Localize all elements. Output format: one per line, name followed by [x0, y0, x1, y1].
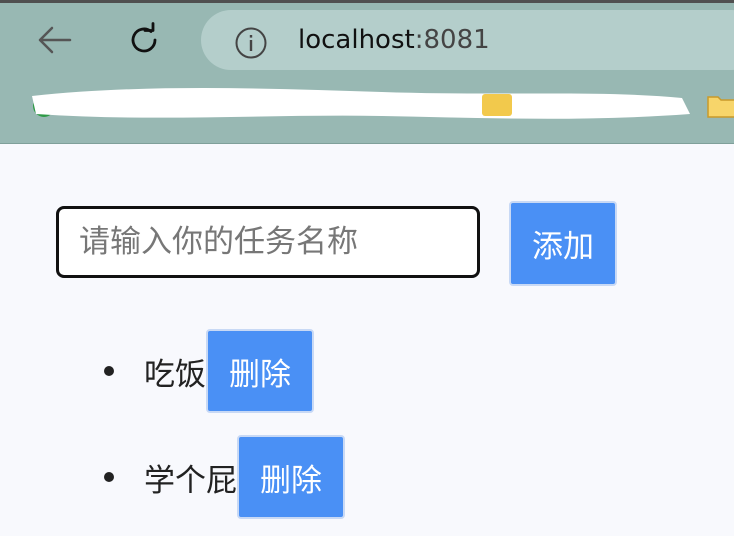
page-content: 添加 吃饭 删除 学个屁 删除 [0, 144, 734, 536]
redaction-scribble-icon [32, 88, 690, 119]
back-arrow-icon [38, 26, 72, 54]
browser-toolbar: localhost:8081 [0, 0, 734, 144]
bullet-icon [104, 472, 114, 482]
site-info-button[interactable] [233, 25, 269, 61]
task-name: 吃饭 [144, 356, 206, 393]
reload-button[interactable] [122, 18, 166, 62]
list-item: 学个屁 删除 [104, 435, 345, 519]
list-item: 吃饭 删除 [104, 329, 314, 413]
reload-icon [131, 22, 157, 53]
task-name-input[interactable] [56, 206, 480, 278]
url-port: :8081 [414, 25, 490, 55]
window-edge [0, 0, 734, 3]
info-icon [235, 27, 267, 59]
task-name: 学个屁 [144, 462, 237, 499]
bookmark-folder-icon[interactable] [706, 90, 734, 122]
url-text[interactable]: localhost:8081 [298, 22, 490, 58]
url-host: localhost [298, 25, 415, 55]
add-task-button[interactable]: 添加 [509, 201, 617, 286]
back-button[interactable] [32, 20, 76, 60]
delete-task-button[interactable]: 删除 [206, 329, 314, 413]
delete-task-button[interactable]: 删除 [237, 435, 345, 519]
bullet-icon [104, 366, 114, 376]
